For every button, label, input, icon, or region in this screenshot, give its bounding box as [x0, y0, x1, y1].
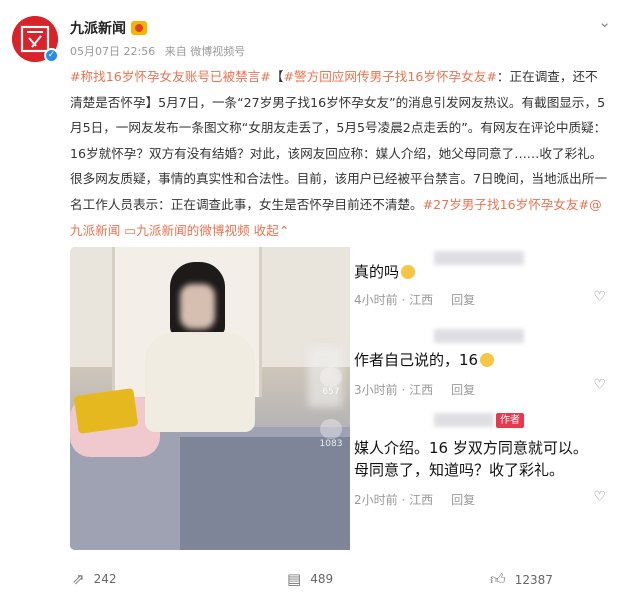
share-icon: ⇗	[72, 570, 85, 588]
heart-outline-icon: ♡	[593, 377, 606, 393]
comment-time: 2小时前 · 江西	[354, 493, 434, 507]
video-thumbnail[interactable]: 657 1083 真的吗 4小时前 · 江西 回复 ♡ 作者自己说的，16 3小时…	[70, 247, 610, 550]
heart-outline-icon: ♡	[593, 489, 606, 505]
blurred-username	[434, 251, 524, 265]
chevron-up-icon: ⌃	[278, 222, 290, 238]
comment-text-value: 作者自己说的，16	[354, 351, 479, 369]
blurred-face	[180, 284, 215, 329]
comment-reply: 回复	[451, 383, 476, 397]
comment-count: 489	[310, 572, 334, 586]
blurred-username	[434, 413, 494, 427]
chevron-down-icon[interactable]: ⌄	[598, 13, 611, 31]
comment-overlay-count: 1083	[319, 439, 343, 449]
like-button[interactable]: 👍︎ 12387	[490, 570, 553, 589]
comment-text: 作者自己说的，16	[354, 349, 495, 370]
collapse-label: 收起	[253, 222, 279, 238]
video-side-actions: 657 1083	[314, 367, 348, 527]
account-name[interactable]: 九派新闻	[70, 18, 126, 38]
like-overlay[interactable]: 657	[314, 367, 348, 397]
post-text: #称找16岁怀孕女友账号已被禁言#【#警方回应网传男子找16岁怀孕女友#：正在调…	[70, 64, 610, 243]
comment-time: 4小时前 · 江西	[354, 293, 434, 307]
comment-text-line1: 媒人介绍。16 岁双方同意就可以。	[354, 439, 588, 457]
video-link[interactable]: ▭九派新闻的微博视频	[124, 223, 249, 238]
comment-reply: 回复	[451, 293, 476, 307]
person-figure	[140, 262, 255, 442]
post-time[interactable]: 05月07日 22:56	[70, 45, 155, 58]
laugh-emoji-icon	[401, 265, 416, 279]
collapse-button[interactable]: 收起⌃	[254, 223, 290, 238]
verified-icon: ✓	[44, 48, 59, 63]
comment-overlay[interactable]: 1083	[314, 419, 348, 449]
thumbs-up-icon: 👍︎	[490, 570, 506, 588]
video-link-icon: ▭	[124, 222, 137, 238]
shirt	[145, 332, 255, 432]
post-body: 5月7日，一条“27岁男子找16岁怀孕女友”的消息引发网友热议。有截图显示，5月…	[70, 94, 607, 212]
comment-button[interactable]: ▤ 489	[287, 570, 333, 588]
author-badge: 作者	[496, 413, 524, 428]
comment-bubble-icon	[320, 419, 342, 439]
comment-text: 真的吗	[354, 261, 416, 282]
share-button[interactable]: ⇗ 242	[72, 570, 116, 588]
heart-icon	[320, 367, 342, 387]
hashtag-link[interactable]: #称找16岁怀孕女友账号已被禁言#	[70, 69, 271, 84]
comment-meta: 3小时前 · 江西 回复	[354, 381, 475, 398]
like-count: 12387	[514, 572, 553, 587]
member-badge-icon	[131, 21, 147, 35]
hashtag-link[interactable]: #27岁男子找16岁怀孕女友#	[423, 197, 590, 212]
comment-icon: ▤	[287, 570, 302, 588]
video-frame-left: 657 1083	[70, 247, 350, 550]
hashtag-link[interactable]: #警方回应网传男子找16岁怀孕女友#	[283, 69, 496, 84]
comment-text-line2: 母同意了，知道吗？收了彩礼。	[354, 461, 565, 479]
comment-reply: 回复	[451, 493, 476, 507]
action-bar: ⇗ 242 ▤ 489 👍︎ 12387	[0, 566, 629, 590]
like-overlay-count: 657	[322, 387, 340, 397]
title-open: 【	[270, 69, 284, 84]
comment-text-value: 真的吗	[354, 263, 400, 281]
heart-outline-icon: ♡	[593, 289, 606, 305]
blurred-username	[434, 329, 524, 343]
post-source: 来自 微博视频号	[164, 45, 246, 58]
share-count: 242	[93, 572, 117, 586]
laugh-emoji-icon	[480, 353, 495, 367]
post-meta: 05月07日 22:56 来自 微博视频号	[70, 43, 251, 59]
comment-time: 3小时前 · 江西	[354, 383, 434, 397]
comment-screenshot: 真的吗 4小时前 · 江西 回复 ♡ 作者自己说的，16 3小时前 · 江西 回复 …	[350, 247, 610, 550]
video-link-label: 九派新闻的微博视频	[136, 222, 250, 238]
comment-meta: 2小时前 · 江西 回复	[354, 491, 475, 508]
comment-meta: 4小时前 · 江西 回复	[354, 291, 475, 308]
